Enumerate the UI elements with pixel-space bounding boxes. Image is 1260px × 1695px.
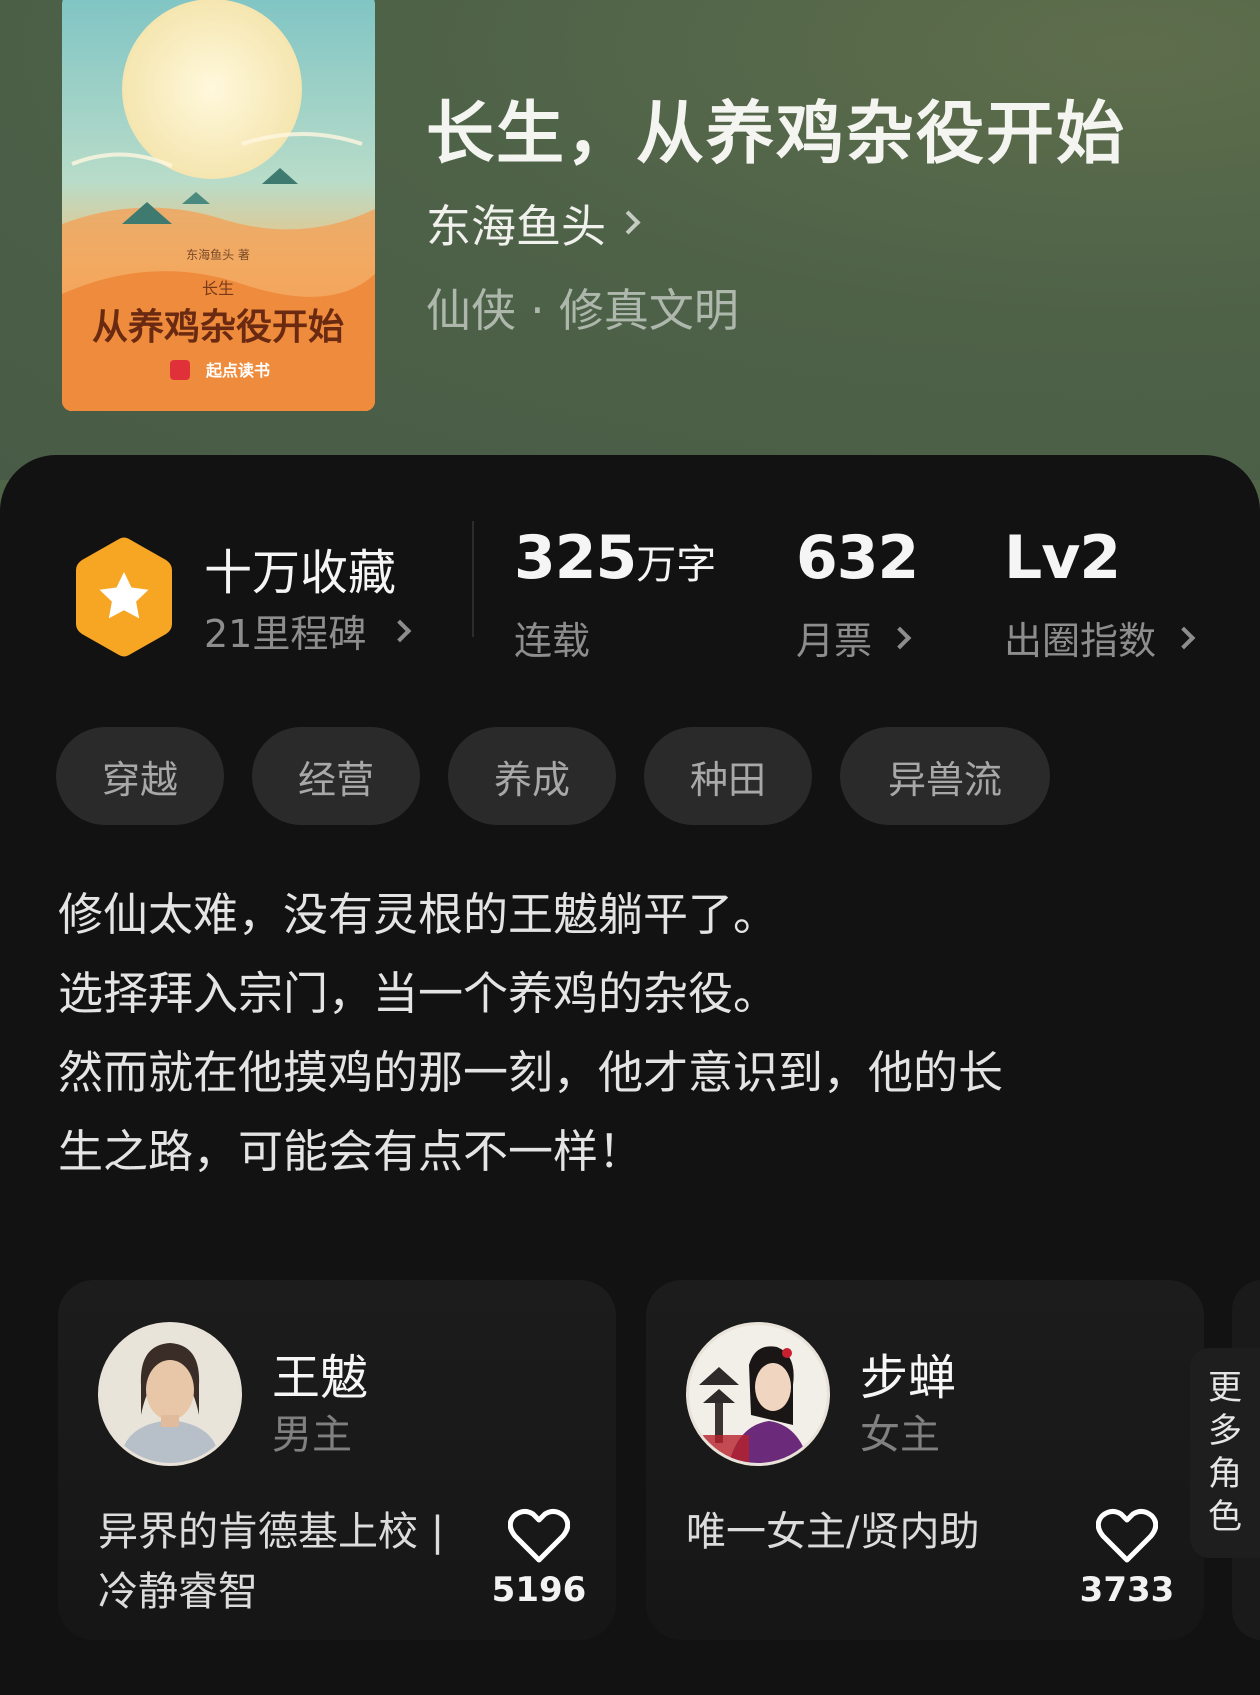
- synopsis-line: 选择拜入宗门，当一个养鸡的杂役。: [58, 967, 779, 1020]
- book-synopsis[interactable]: 修仙太难，没有灵根的王魃躺平了。 选择拜入宗门，当一个养鸡的杂役。 然而就在他摸…: [58, 875, 1208, 1191]
- milestone-link[interactable]: 21里程碑: [204, 603, 412, 658]
- tag-chip[interactable]: 养成: [448, 727, 616, 825]
- character-name: 王魃: [272, 1350, 369, 1406]
- synopsis-line: 生之路，可能会有点不一样！: [58, 1125, 644, 1178]
- word-count-value: 325: [514, 523, 637, 593]
- serial-status-label: 连载: [514, 619, 591, 663]
- book-title: 长生，从养鸡杂役开始: [426, 94, 1127, 174]
- chevron-right-icon: [1172, 626, 1196, 649]
- star-badge-icon: [76, 537, 172, 657]
- character-description: 唯一女主/贤内助: [686, 1502, 1056, 1562]
- cover-publisher: 起点读书: [205, 361, 270, 380]
- chevron-right-icon: [888, 626, 912, 649]
- breakout-index-link[interactable]: 出圈指数: [1004, 610, 1196, 665]
- more-characters-char: 色: [1208, 1497, 1242, 1537]
- character-avatar: [686, 1322, 830, 1466]
- monthly-votes-label: 月票: [796, 619, 873, 663]
- character-card[interactable]: 步蝉 女主 唯一女主/贤内助 3733: [646, 1280, 1204, 1640]
- like-count: 5196: [491, 1570, 587, 1610]
- chevron-right-icon: [389, 619, 412, 642]
- cover-subtitle: 长生: [202, 279, 234, 298]
- author-name: 东海鱼头: [426, 200, 607, 253]
- tag-list: 穿越 经营 养成 种田 异兽流: [56, 727, 1050, 825]
- more-characters-button[interactable]: 更 多 角 色: [1190, 1348, 1260, 1558]
- character-description-line: 异界的肯德基上校 |: [98, 1509, 445, 1555]
- stats-divider: [472, 521, 474, 637]
- collection-title: 十万收藏: [204, 545, 397, 601]
- character-description: 异界的肯德基上校 | 冷静睿智: [98, 1502, 468, 1622]
- more-characters-char: 更: [1208, 1368, 1242, 1408]
- character-carousel[interactable]: 王魃 男主 异界的肯德基上校 | 冷静睿智 5196 步蝉 女主 唯一女主/贤内…: [0, 1280, 1260, 1640]
- book-genre: 仙侠 · 修真文明: [426, 284, 739, 337]
- character-description-line: 唯一女主/贤内助: [686, 1509, 980, 1555]
- like-count: 3733: [1079, 1570, 1175, 1610]
- word-count-unit: 万字: [636, 542, 717, 588]
- author-link[interactable]: 东海鱼头: [426, 190, 641, 255]
- cover-title: 从养鸡杂役开始: [92, 306, 344, 348]
- character-card[interactable]: 王魃 男主 异界的肯德基上校 | 冷静睿智 5196: [58, 1280, 616, 1640]
- character-avatar: [98, 1322, 242, 1466]
- serial-status: 连载: [514, 610, 590, 665]
- character-role: 男主: [272, 1412, 352, 1458]
- word-count: 325万字: [514, 523, 716, 593]
- milestone-label: 21里程碑: [204, 612, 367, 656]
- tag-chip[interactable]: 种田: [644, 727, 812, 825]
- more-characters-char: 角: [1208, 1454, 1242, 1494]
- heart-icon[interactable]: [508, 1508, 570, 1564]
- more-characters-char: 多: [1208, 1411, 1242, 1451]
- synopsis-line: 修仙太难，没有灵根的王魃躺平了。: [58, 888, 779, 941]
- character-role: 女主: [860, 1412, 940, 1458]
- tag-chip[interactable]: 穿越: [56, 727, 224, 825]
- cover-author: 东海鱼头 著: [186, 247, 250, 262]
- monthly-votes-value: 632: [796, 523, 919, 593]
- heart-icon[interactable]: [1096, 1508, 1158, 1564]
- character-name: 步蝉: [860, 1350, 957, 1406]
- stats-row: 十万收藏 21里程碑 325万字 连载 632 月票 Lv2 出圈指数: [0, 455, 1260, 675]
- book-detail-panel: 十万收藏 21里程碑 325万字 连载 632 月票 Lv2 出圈指数 穿越 经…: [0, 455, 1260, 1695]
- book-header: 东海鱼头 著 长生 从养鸡杂役开始 起点读书 长生，从养鸡杂役开始 东海鱼头 仙…: [0, 0, 1260, 480]
- synopsis-line: 然而就在他摸鸡的那一刻，他才意识到，他的长: [58, 1046, 1004, 1099]
- book-cover[interactable]: 东海鱼头 著 长生 从养鸡杂役开始 起点读书: [62, 0, 375, 411]
- tag-chip[interactable]: 异兽流: [840, 727, 1050, 825]
- breakout-index-value: Lv2: [1004, 523, 1121, 593]
- character-description-line: 冷静睿智: [98, 1569, 258, 1615]
- tag-chip[interactable]: 经营: [252, 727, 420, 825]
- breakout-index-label: 出圈指数: [1004, 619, 1157, 663]
- monthly-votes-link[interactable]: 月票: [796, 610, 912, 665]
- chevron-right-icon: [616, 210, 641, 235]
